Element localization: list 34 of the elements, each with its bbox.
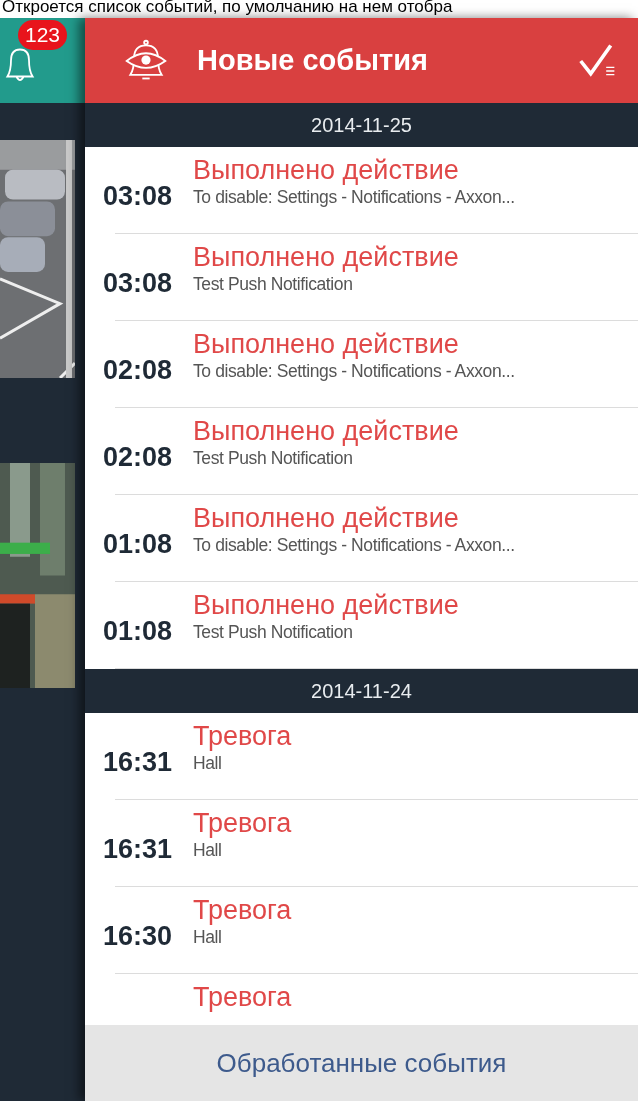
event-title[interactable]: Тревога bbox=[193, 982, 292, 1012]
event-time: 16:31 bbox=[103, 833, 174, 865]
event-title[interactable]: Тревога bbox=[193, 721, 292, 751]
event-detail: Hall bbox=[193, 752, 222, 775]
event-detail: Test Push Notification bbox=[193, 273, 353, 296]
event-time: 01:08 bbox=[103, 528, 174, 560]
event-time: 03:08 bbox=[103, 180, 174, 212]
event-title[interactable]: Выполнено действие bbox=[193, 416, 459, 446]
event-time: 16:30 bbox=[103, 920, 174, 952]
event-time: 02:08 bbox=[103, 354, 174, 386]
processed-events-button[interactable]: Обработанные события bbox=[85, 1025, 638, 1101]
event-title[interactable]: Выполнено действие bbox=[193, 155, 459, 185]
notification-badge: 123 bbox=[18, 20, 68, 50]
event-detail: To disable: Settings - Notifications - Axxon... bbox=[193, 186, 515, 209]
screen-title: Новые события bbox=[197, 44, 429, 77]
event-time: 03:08 bbox=[103, 267, 174, 299]
event-detail: Test Push Notification bbox=[193, 447, 353, 470]
event-title[interactable]: Выполнено действие bbox=[193, 503, 459, 533]
event-title[interactable]: Выполнено действие bbox=[193, 242, 459, 272]
event-detail: To disable: Settings - Notifications - Axxon... bbox=[193, 360, 515, 383]
event-title[interactable]: Тревога bbox=[193, 808, 292, 838]
event-time: 01:08 bbox=[103, 615, 174, 647]
date-header: 2014-11-25 bbox=[85, 103, 638, 147]
event-detail: Hall bbox=[193, 839, 222, 862]
event-title[interactable]: Выполнено действие bbox=[193, 590, 459, 620]
caption-text: Откроется список событий, по умолчанию на нем отобра bbox=[1, 0, 454, 18]
event-time: 16:31 bbox=[103, 746, 174, 778]
event-title[interactable]: Выполнено действие bbox=[193, 329, 459, 359]
date-header: 2014-11-24 bbox=[85, 669, 638, 713]
event-detail: To disable: Settings - Notifications - Axxon... bbox=[193, 534, 515, 557]
event-title[interactable]: Тревога bbox=[193, 895, 292, 925]
event-detail: Hall bbox=[193, 926, 222, 949]
event-detail: Test Push Notification bbox=[193, 621, 353, 644]
event-time: 02:08 bbox=[103, 441, 174, 473]
